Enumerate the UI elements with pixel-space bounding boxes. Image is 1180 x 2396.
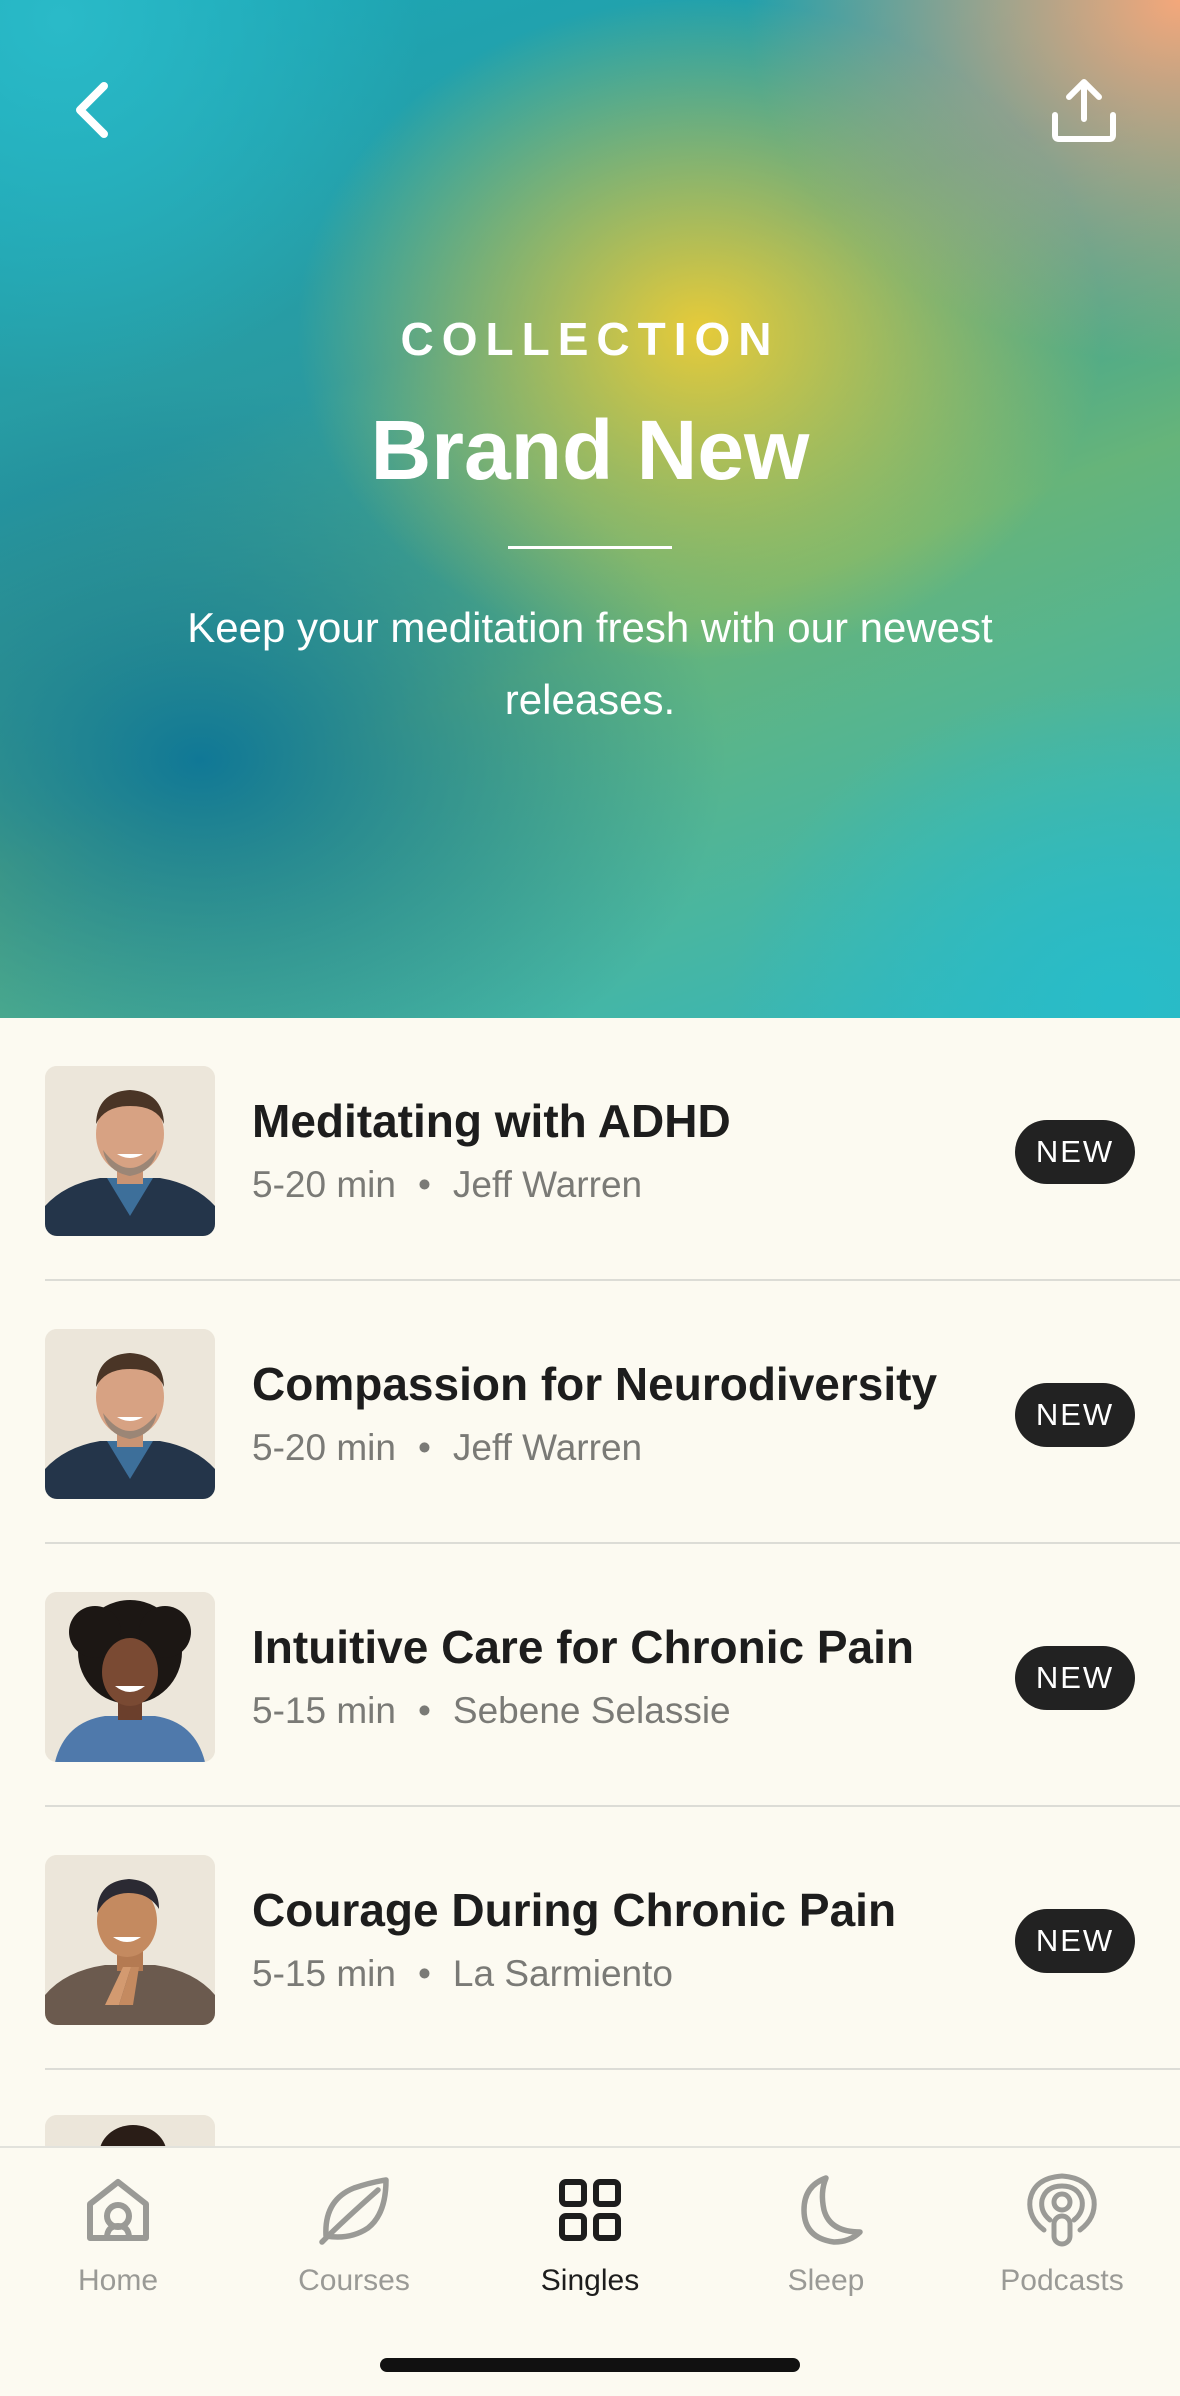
item-meta: 5-20 min • Jeff Warren (252, 1164, 642, 1206)
podcast-icon (1022, 2170, 1102, 2250)
new-badge: NEW (1015, 1909, 1135, 1973)
item-duration: 5-15 min (252, 1690, 396, 1731)
item-author: La Sarmiento (452, 1953, 673, 1994)
session-list: Meditating with ADHD 5-20 min • Jeff Warre… (0, 1018, 1180, 2150)
tab-home[interactable]: Home (0, 2166, 236, 2316)
teacher-avatar (45, 2115, 215, 2150)
new-badge: NEW (1015, 1646, 1135, 1710)
list-item[interactable]: Compassion for Neurodiversity 5-20 min • J… (45, 1281, 1180, 1544)
meta-separator: • (417, 1690, 431, 1731)
home-icon (78, 2170, 158, 2250)
teacher-avatar (45, 1592, 215, 1762)
item-title: Courage During Chronic Pain (252, 1884, 897, 1936)
tab-label: Sleep (787, 2264, 865, 2297)
tab-label: Podcasts (1000, 2264, 1124, 2297)
share-icon[interactable] (1044, 70, 1124, 150)
meta-separator: • (417, 1164, 431, 1205)
teacher-avatar (45, 1855, 215, 2025)
collection-hero: COLLECTION Brand New Keep your meditatio… (0, 0, 1180, 1018)
tab-label: Home (77, 2264, 159, 2297)
tab-podcasts[interactable]: Podcasts (944, 2166, 1180, 2316)
item-author: Jeff Warren (452, 1164, 643, 1205)
item-title: Intuitive Care for Chronic Pain (252, 1621, 914, 1673)
page-title: Brand New (370, 403, 810, 497)
item-duration: 5-20 min (252, 1164, 396, 1205)
moon-icon (786, 2170, 866, 2250)
teacher-avatar (45, 1066, 215, 1236)
tab-courses[interactable]: Courses (236, 2166, 472, 2316)
tab-label: Courses (298, 2264, 410, 2297)
list-item[interactable]: Meditating with ADHD 5-20 min • Jeff Warre… (45, 1018, 1180, 1281)
collection-eyebrow: COLLECTION (400, 313, 780, 365)
leaf-icon (314, 2170, 394, 2250)
collection-description: Keep your meditation fresh with our newe… (187, 604, 993, 723)
tab-label: Singles (540, 2264, 640, 2297)
new-badge: NEW (1015, 1120, 1135, 1184)
item-author: Jeff Warren (452, 1427, 643, 1468)
list-item[interactable]: Courage During Chronic Pain 5-15 min • La … (45, 1807, 1180, 2070)
list-item[interactable]: Intuitive Care for Chronic Pain 5-15 min… (45, 1544, 1180, 1807)
item-meta: 5-15 min • La Sarmiento (252, 1953, 673, 1995)
grid-icon (550, 2170, 630, 2250)
item-duration: 5-15 min (252, 1953, 396, 1994)
teacher-avatar (45, 1329, 215, 1499)
meta-separator: • (417, 1953, 431, 1994)
tab-singles[interactable]: Singles (472, 2166, 708, 2316)
hero-divider (508, 546, 672, 549)
item-meta: 5-20 min • Jeff Warren (252, 1427, 642, 1469)
tab-sleep[interactable]: Sleep (708, 2166, 944, 2316)
item-author: Sebene Selassie (452, 1690, 731, 1731)
meta-separator: • (417, 1427, 431, 1468)
back-icon[interactable] (52, 70, 132, 150)
item-meta: 5-15 min • Sebene Selassie (252, 1690, 731, 1732)
new-badge: NEW (1015, 1383, 1135, 1447)
item-title: Compassion for Neurodiversity (252, 1358, 938, 1410)
item-duration: 5-20 min (252, 1427, 396, 1468)
home-indicator[interactable] (380, 2358, 800, 2372)
item-title: Meditating with ADHD (252, 1095, 731, 1147)
list-item[interactable] (45, 2070, 1180, 2150)
